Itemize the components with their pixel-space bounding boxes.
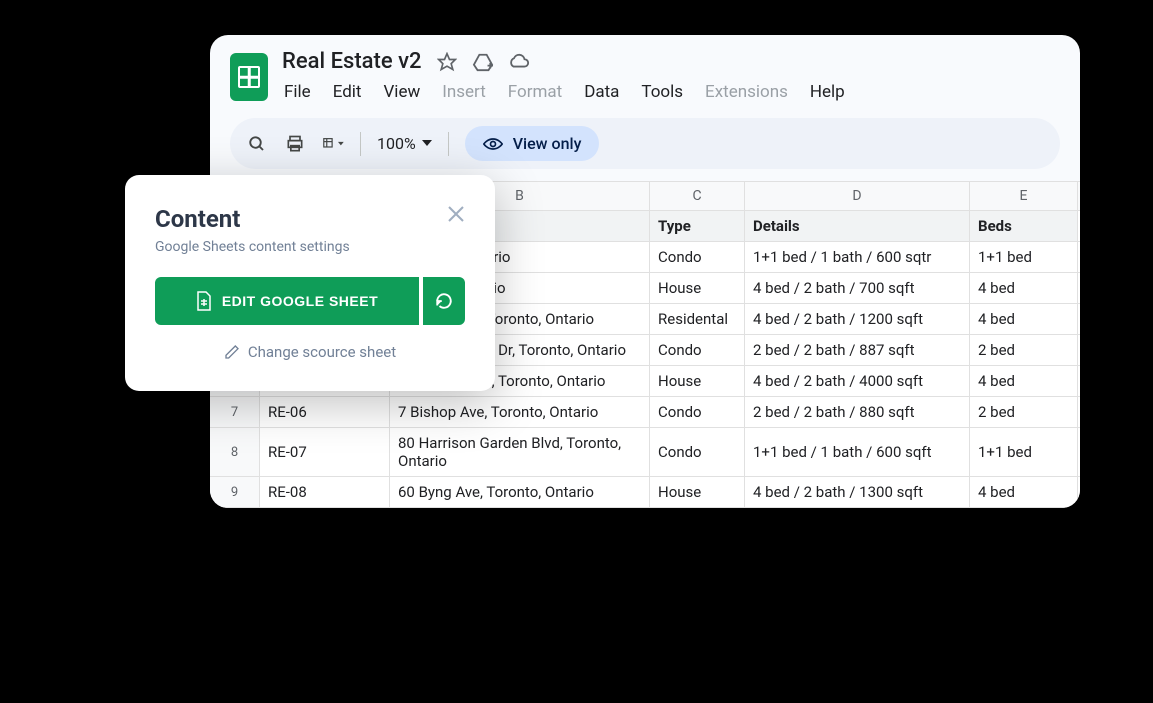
doc-title[interactable]: Real Estate v2 (282, 49, 422, 74)
pencil-icon (224, 344, 240, 360)
table-row: 9RE-0860 Byng Ave, Toronto, OntarioHouse… (210, 477, 1080, 508)
cloud-icon[interactable] (508, 51, 530, 73)
cell-details[interactable]: 1+1 bed / 1 bath / 600 sqtr (745, 242, 970, 272)
cell-beds[interactable]: 2 bed (970, 397, 1078, 427)
close-icon[interactable] (447, 205, 465, 223)
toolbar: 100% View only (230, 118, 1060, 169)
menu-data[interactable]: Data (582, 78, 621, 106)
cell-details[interactable]: 1+1 bed / 1 bath / 600 sqft (745, 428, 970, 476)
cell-address[interactable]: 60 Byng Ave, Toronto, Ontario (390, 477, 650, 507)
cell-beds[interactable]: 1+1 bed (970, 242, 1078, 272)
column-header[interactable]: C (650, 182, 745, 210)
search-icon[interactable] (246, 133, 268, 155)
menu-format: Format (506, 78, 564, 106)
cell-details[interactable]: 4 bed / 2 bath / 700 sqft (745, 273, 970, 303)
header: Real Estate v2 File Edit View Insert Format D… (210, 35, 1080, 106)
content-modal: Content Google Sheets content settings E… (125, 175, 495, 391)
table-row: 7RE-067 Bishop Ave, Toronto, OntarioCond… (210, 397, 1080, 428)
zoom-dropdown[interactable]: 100% (377, 134, 432, 153)
cell-beds[interactable]: 1+1 bed (970, 428, 1078, 476)
column-header[interactable]: D (745, 182, 970, 210)
edit-google-sheet-button[interactable]: EDIT GOOGLE SHEET (155, 277, 419, 325)
modal-title: Content (155, 205, 240, 233)
view-only-badge[interactable]: View only (465, 126, 600, 161)
header-cell[interactable]: Beds (970, 211, 1078, 241)
cell-beds[interactable]: 2 bed (970, 335, 1078, 365)
cell-type[interactable]: Condo (650, 397, 745, 427)
change-source-link[interactable]: Change scource sheet (155, 343, 465, 361)
menu-file[interactable]: File (282, 78, 313, 106)
column-header[interactable]: E (970, 182, 1078, 210)
eye-icon (483, 137, 503, 151)
sheets-logo-icon[interactable] (230, 53, 268, 101)
table-row: 8RE-0780 Harrison Garden Blvd, Toronto, … (210, 428, 1080, 477)
toolbar-divider (360, 132, 361, 156)
cell-type[interactable]: House (650, 273, 745, 303)
cell-beds[interactable]: 4 bed (970, 366, 1078, 396)
cell-type[interactable]: Condo (650, 242, 745, 272)
title-area: Real Estate v2 File Edit View Insert Format D… (282, 49, 1060, 106)
cell-beds[interactable]: 4 bed (970, 273, 1078, 303)
cell-address[interactable]: 7 Bishop Ave, Toronto, Ontario (390, 397, 650, 427)
cell-type[interactable]: Residental (650, 304, 745, 334)
cell-beds[interactable]: 4 bed (970, 304, 1078, 334)
print-icon[interactable] (284, 133, 306, 155)
menu-edit[interactable]: Edit (331, 78, 364, 106)
cell-details[interactable]: 4 bed / 2 bath / 1200 sqft (745, 304, 970, 334)
row-number[interactable]: 9 (210, 477, 260, 507)
filter-views-icon[interactable] (322, 133, 344, 155)
toolbar-divider (448, 132, 449, 156)
cell-address[interactable]: 80 Harrison Garden Blvd, Toronto, Ontari… (390, 428, 650, 476)
menu-extensions: Extensions (703, 78, 790, 106)
menu-insert: Insert (440, 78, 488, 106)
cell-details[interactable]: 2 bed / 2 bath / 887 sqft (745, 335, 970, 365)
cell-beds[interactable]: 4 bed (970, 477, 1078, 507)
cell-type[interactable]: Condo (650, 335, 745, 365)
cell-details[interactable]: 2 bed / 2 bath / 880 sqft (745, 397, 970, 427)
menu-view[interactable]: View (381, 78, 422, 106)
cell-id[interactable]: RE-08 (260, 477, 390, 507)
header-cell[interactable]: Details (745, 211, 970, 241)
header-cell[interactable]: Type (650, 211, 745, 241)
sheet-icon (196, 291, 212, 311)
cell-details[interactable]: 4 bed / 2 bath / 1300 sqft (745, 477, 970, 507)
star-icon[interactable] (436, 51, 458, 73)
cell-id[interactable]: RE-07 (260, 428, 390, 476)
cell-type[interactable]: House (650, 477, 745, 507)
modal-subtitle: Google Sheets content settings (155, 239, 465, 255)
cell-type[interactable]: Condo (650, 428, 745, 476)
menubar: File Edit View Insert Format Data Tools Extensi… (282, 78, 1060, 106)
row-number[interactable]: 8 (210, 428, 260, 476)
cell-details[interactable]: 4 bed / 2 bath / 4000 sqft (745, 366, 970, 396)
cell-id[interactable]: RE-06 (260, 397, 390, 427)
drive-add-icon[interactable] (472, 51, 494, 73)
refresh-button[interactable] (423, 277, 465, 325)
menu-help[interactable]: Help (808, 78, 847, 106)
row-number[interactable]: 7 (210, 397, 260, 427)
menu-tools[interactable]: Tools (639, 78, 685, 106)
refresh-icon (435, 292, 453, 310)
cell-type[interactable]: House (650, 366, 745, 396)
